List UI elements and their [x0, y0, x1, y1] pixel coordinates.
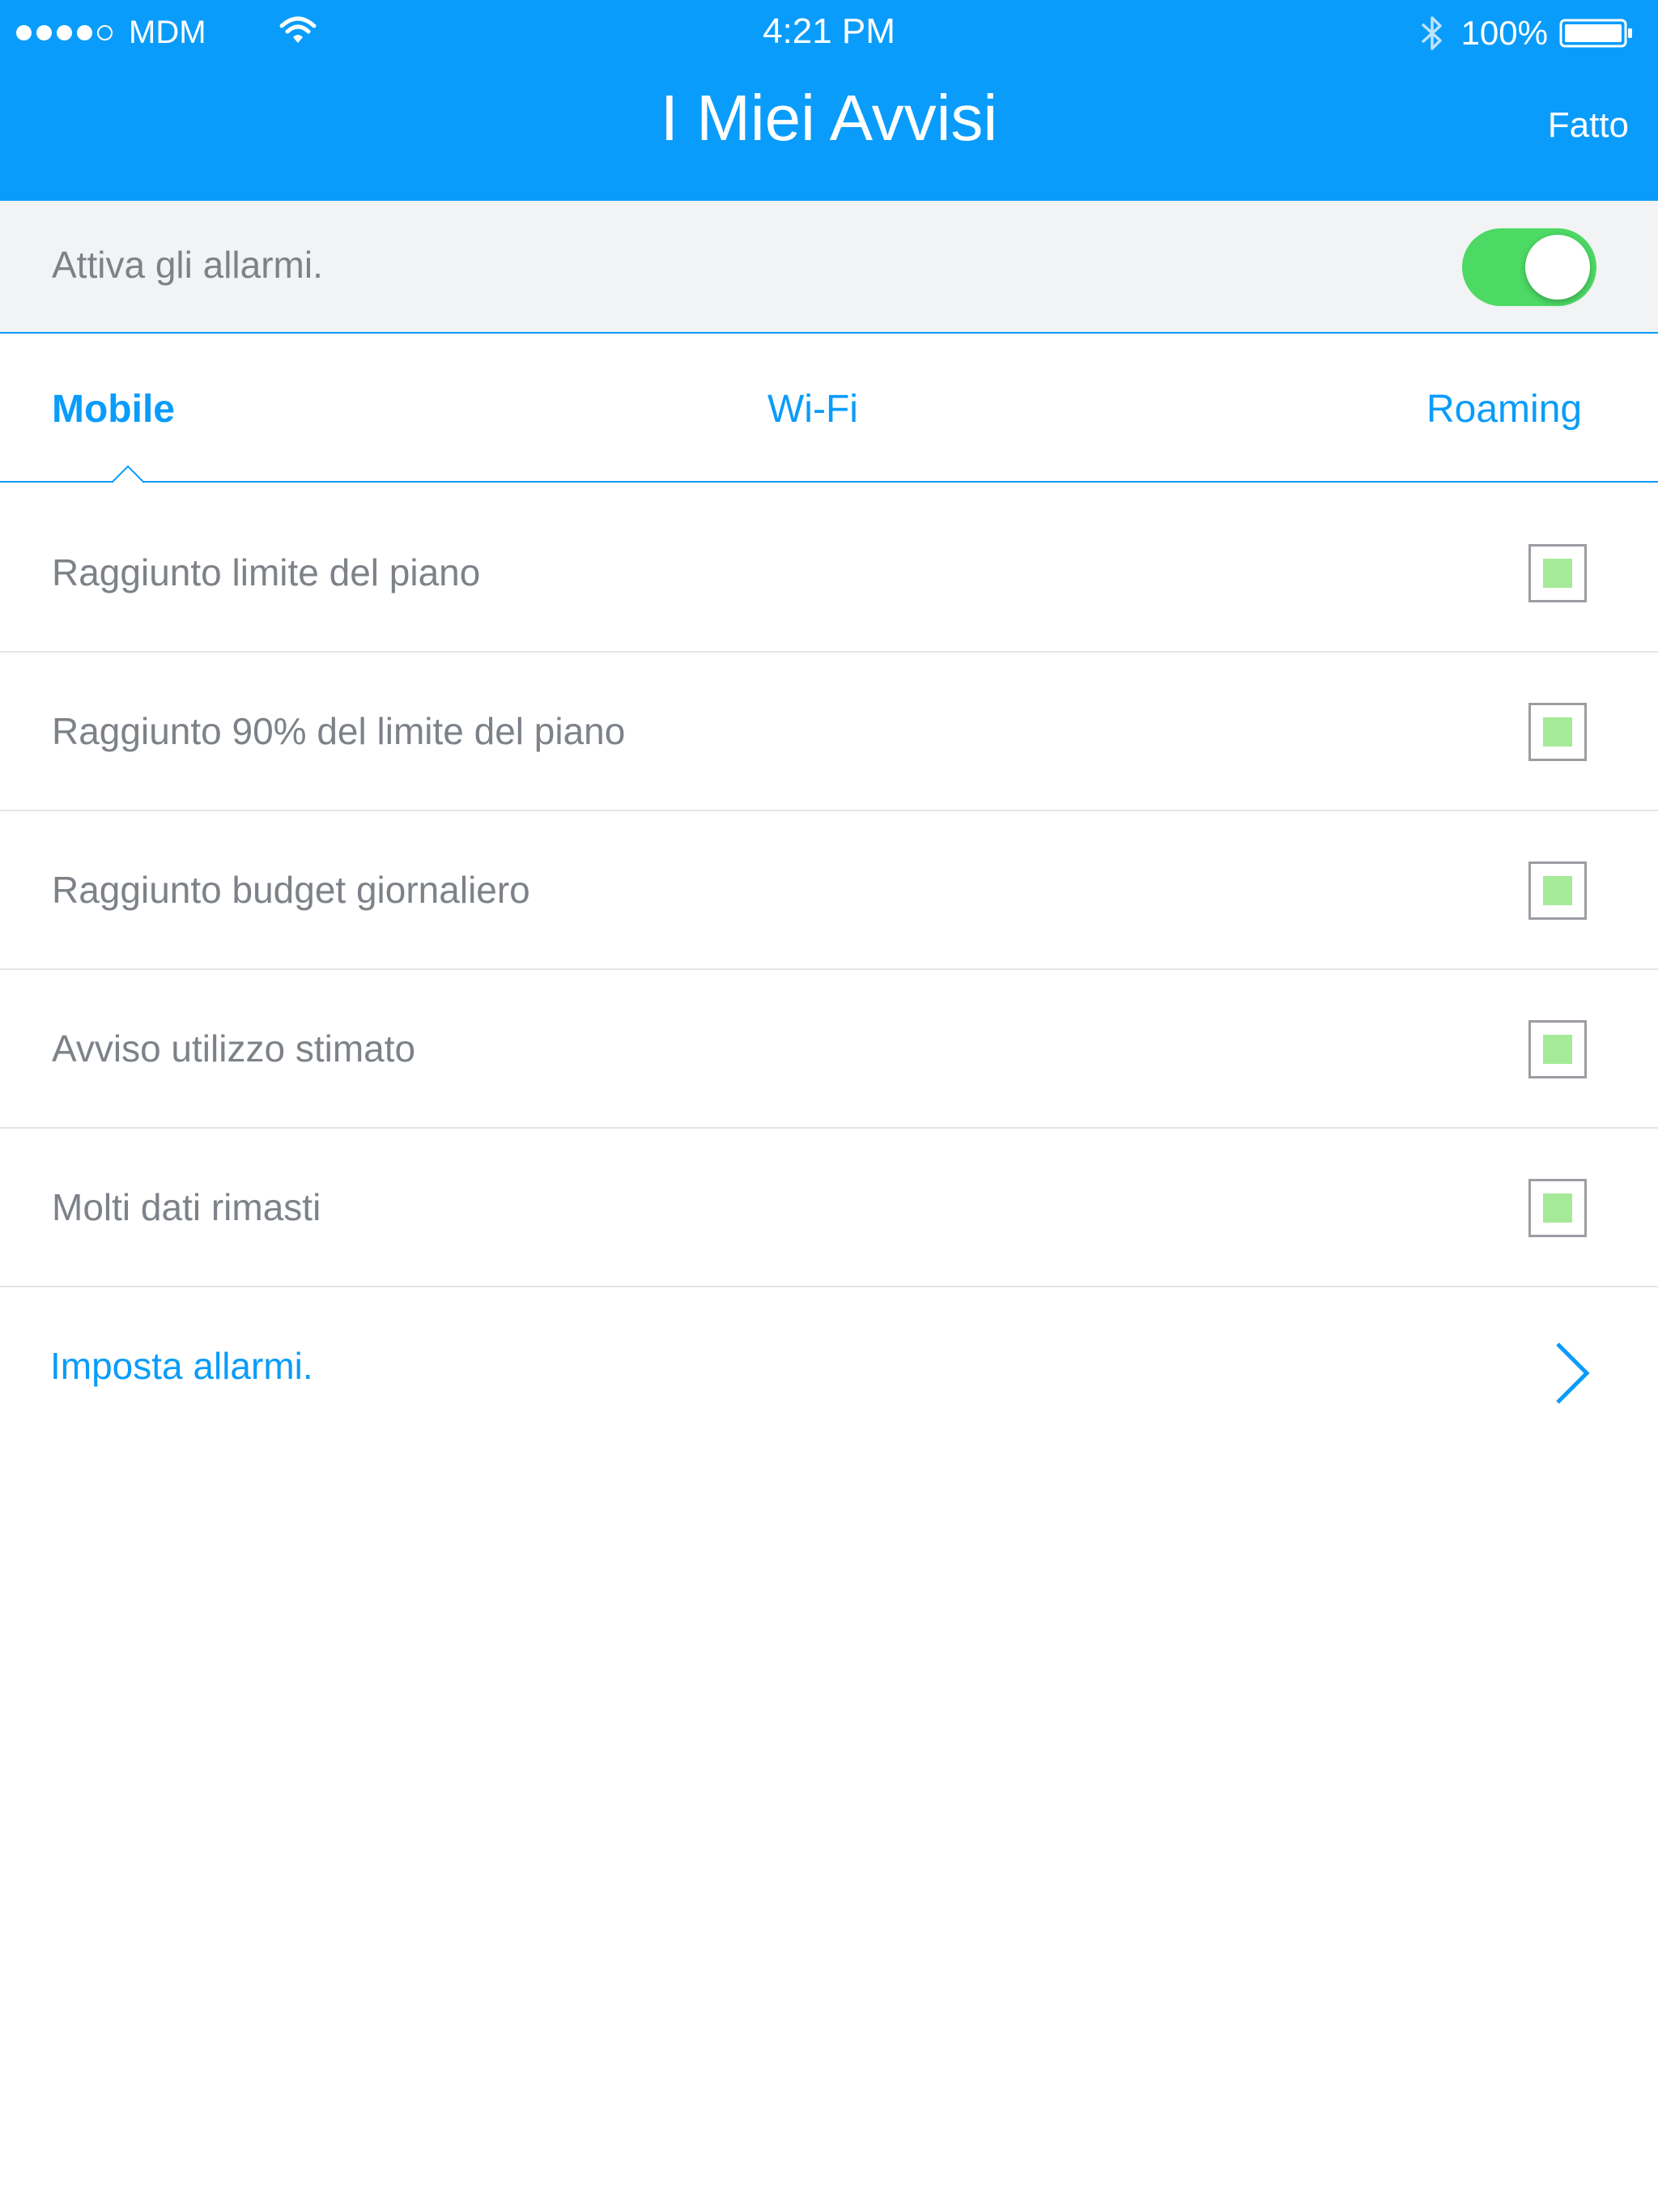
- done-button[interactable]: Fatto: [1548, 105, 1629, 146]
- alert-row-plan-limit[interactable]: Raggiunto limite del piano: [0, 494, 1658, 653]
- active-tab-caret-icon: [112, 465, 144, 483]
- status-time: 4:21 PM: [763, 11, 895, 51]
- checkbox-checked-fill: [1543, 717, 1572, 747]
- alert-row-plan-90[interactable]: Raggiunto 90% del limite del piano: [0, 653, 1658, 811]
- checkbox-checked-fill: [1543, 1035, 1572, 1064]
- status-bar: MDM 4:21 PM 100%: [0, 0, 1658, 65]
- alert-label: Raggiunto budget giornaliero: [52, 869, 530, 911]
- battery-icon: [1559, 19, 1632, 48]
- alert-label: Molti dati rimasti: [52, 1186, 321, 1228]
- alert-label: Avviso utilizzo stimato: [52, 1027, 416, 1070]
- alert-label: Raggiunto limite del piano: [52, 551, 481, 593]
- alarm-toggle-label: Attiva gli allarmi.: [52, 244, 323, 286]
- set-alarms-link[interactable]: Imposta allarmi.: [50, 1344, 313, 1388]
- alarm-toggle-switch[interactable]: [1462, 228, 1596, 306]
- toggle-knob: [1525, 235, 1590, 300]
- alert-row-data-left[interactable]: Molti dati rimasti: [0, 1129, 1658, 1287]
- checkbox-checked-fill: [1543, 1193, 1572, 1223]
- alarm-toggle-row: Attiva gli allarmi.: [0, 201, 1658, 334]
- alert-checkbox[interactable]: [1528, 703, 1587, 761]
- status-right: 100%: [1418, 13, 1634, 53]
- alert-checkbox[interactable]: [1528, 1020, 1587, 1078]
- bluetooth-icon: [1421, 16, 1442, 50]
- header: MDM 4:21 PM 100% I Miei Avvisi Fatto: [0, 0, 1658, 201]
- checkbox-checked-fill: [1543, 876, 1572, 905]
- chevron-right-icon[interactable]: [1553, 1339, 1592, 1407]
- page-title: I Miei Avvisi: [660, 82, 998, 154]
- alert-row-estimated-usage[interactable]: Avviso utilizzo stimato: [0, 970, 1658, 1129]
- battery-percent: 100%: [1460, 14, 1548, 52]
- alert-checkbox[interactable]: [1528, 861, 1587, 920]
- tab-mobile[interactable]: Mobile: [52, 387, 175, 432]
- alert-label: Raggiunto 90% del limite del piano: [52, 710, 626, 752]
- checkbox-checked-fill: [1543, 559, 1572, 588]
- tab-bar: Mobile Wi-Fi Roaming: [0, 334, 1658, 484]
- alert-checkbox[interactable]: [1528, 544, 1587, 602]
- set-alarms-row[interactable]: Imposta allarmi.: [0, 1289, 1658, 1448]
- tab-wifi[interactable]: Wi-Fi: [767, 387, 858, 432]
- tab-underline: [0, 481, 1658, 483]
- tab-roaming[interactable]: Roaming: [1426, 387, 1582, 432]
- alert-row-daily-budget[interactable]: Raggiunto budget giornaliero: [0, 811, 1658, 970]
- alert-checkbox[interactable]: [1528, 1179, 1587, 1237]
